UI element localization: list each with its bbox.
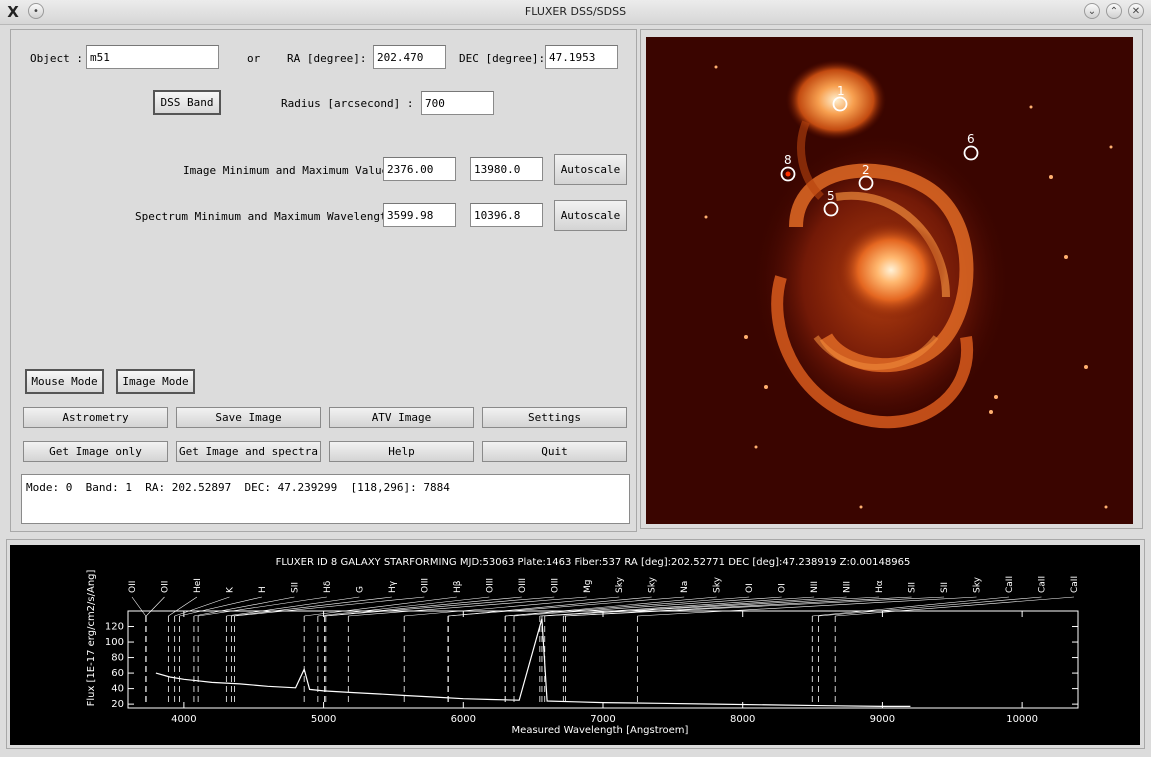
emission-line-label: OII xyxy=(128,581,138,593)
y-tick-label: 40 xyxy=(111,684,124,695)
emission-line-label: Na xyxy=(680,581,690,593)
emission-line-label: SII xyxy=(908,582,918,593)
emission-line-label: NII xyxy=(810,581,820,593)
emission-line-label: OII xyxy=(160,581,170,593)
svg-text:8: 8 xyxy=(784,153,792,167)
y-tick-label: 20 xyxy=(111,699,124,710)
svg-text:5: 5 xyxy=(827,189,835,203)
dss-band-button[interactable]: DSS Band xyxy=(153,90,221,115)
x-tick-label: 9000 xyxy=(870,714,895,725)
spectrum-autoscale-button[interactable]: Autoscale xyxy=(554,200,627,231)
astrometry-button[interactable]: Astrometry xyxy=(23,407,168,428)
help-button[interactable]: Help xyxy=(329,441,474,462)
image-panel: 1 6 8 2 5 xyxy=(640,29,1143,529)
emission-line-label: OI xyxy=(778,583,788,593)
image-max-input[interactable]: 13980.0 xyxy=(470,157,543,181)
emission-line-label: OIII xyxy=(550,578,560,593)
spectrum-range-label: Spectrum Minimum and Maximum Wavelength: xyxy=(135,210,400,223)
ra-input[interactable]: 202.470 xyxy=(373,45,446,69)
close-icon[interactable]: ✕ xyxy=(1128,3,1144,19)
emission-line-label: Sky xyxy=(973,576,983,593)
spectrum-panel: FLUXER ID 8 GALAXY STARFORMING MJD:53063… xyxy=(6,539,1145,749)
y-tick-label: 100 xyxy=(105,637,124,648)
image-range-label: Image Minimum and Maximum Value: xyxy=(183,164,395,177)
x-tick-label: 5000 xyxy=(311,714,336,725)
galaxy-image[interactable]: 1 6 8 2 5 xyxy=(646,37,1133,524)
x-tick-label: 8000 xyxy=(730,714,755,725)
y-tick-label: 60 xyxy=(111,668,124,679)
image-autoscale-button[interactable]: Autoscale xyxy=(554,154,627,185)
spectrum-plot[interactable]: FLUXER ID 8 GALAXY STARFORMING MJD:53063… xyxy=(10,545,1140,745)
emission-line-label: CaII xyxy=(1070,576,1080,593)
emission-line-label: Hδ xyxy=(323,580,333,593)
save-image-button[interactable]: Save Image xyxy=(176,407,321,428)
spectrum-ylabel: Flux [1E-17 erg/cm2/s/Ang] xyxy=(86,569,97,706)
emission-line-label: H xyxy=(258,586,268,593)
atv-image-button[interactable]: ATV Image xyxy=(329,407,474,428)
svg-text:1: 1 xyxy=(837,84,845,98)
mouse-mode-button[interactable]: Mouse Mode xyxy=(25,369,104,394)
image-min-input[interactable]: 2376.00 xyxy=(383,157,456,181)
object-input[interactable]: m51 xyxy=(86,45,219,69)
emission-line-label: OI xyxy=(745,583,755,593)
svg-text:2: 2 xyxy=(862,163,870,177)
emission-line-label: Hβ xyxy=(453,580,463,593)
image-mode-button[interactable]: Image Mode xyxy=(116,369,195,394)
control-panel: Object : m51 or RA [degree]: 202.470 DEC… xyxy=(10,29,637,532)
x-tick-label: 6000 xyxy=(451,714,476,725)
svg-text:6: 6 xyxy=(967,132,975,146)
ra-label: RA [degree]: xyxy=(287,52,367,65)
maximize-icon[interactable]: ⌃ xyxy=(1106,3,1122,19)
spectrum-title: FLUXER ID 8 GALAXY STARFORMING MJD:53063… xyxy=(276,557,911,568)
emission-line-label: Sky xyxy=(713,576,723,593)
emission-line-label: Hα xyxy=(875,580,885,593)
emission-line-label: Mg xyxy=(583,580,593,593)
status-output: Mode: 0 Band: 1 RA: 202.52897 DEC: 47.23… xyxy=(21,474,630,524)
dec-label: DEC [degree]: xyxy=(459,52,546,65)
title-bar: X • FLUXER DSS/SDSS ⌄ ⌃ ✕ xyxy=(0,0,1151,25)
dec-input[interactable]: 47.1953 xyxy=(545,45,618,69)
emission-line-label: Hγ xyxy=(388,580,398,593)
emission-line-label: HeI xyxy=(193,578,203,593)
emission-line-label: NII xyxy=(843,581,853,593)
emission-line-label: Sky xyxy=(615,576,625,593)
radius-input[interactable]: 700 xyxy=(421,91,494,115)
emission-line-label: OIII xyxy=(485,578,495,593)
window-title: FLUXER DSS/SDSS xyxy=(524,5,627,18)
y-tick-label: 80 xyxy=(111,653,124,664)
settings-button[interactable]: Settings xyxy=(482,407,627,428)
x-tick-label: 4000 xyxy=(171,714,196,725)
quit-button[interactable]: Quit xyxy=(482,441,627,462)
y-tick-label: 120 xyxy=(105,622,124,633)
object-label: Object : xyxy=(30,52,83,65)
minimize-icon[interactable]: ⌄ xyxy=(1084,3,1100,19)
x-tick-label: 10000 xyxy=(1006,714,1038,725)
get-image-only-button[interactable]: Get Image only xyxy=(23,441,168,462)
get-image-spectra-button[interactable]: Get Image and spectra xyxy=(176,441,321,462)
emission-line-label: OIII xyxy=(518,578,528,593)
or-label: or xyxy=(247,52,261,65)
spectrum-max-input[interactable]: 10396.8 xyxy=(470,203,543,227)
emission-line-label: CaII xyxy=(1038,576,1048,593)
x-tick-label: 7000 xyxy=(590,714,615,725)
emission-line-label: SII xyxy=(290,582,300,593)
emission-line-label: SII xyxy=(940,582,950,593)
spectrum-min-input[interactable]: 3599.98 xyxy=(383,203,456,227)
radius-label: Radius [arcsecond] : xyxy=(281,97,414,110)
emission-line-label: OIII xyxy=(420,578,430,593)
emission-line-label: Sky xyxy=(648,576,658,593)
emission-line-label: CaII xyxy=(1005,576,1015,593)
spectrum-xlabel: Measured Wavelength [Angstroem] xyxy=(512,725,689,736)
emission-line-label: G xyxy=(355,586,365,593)
